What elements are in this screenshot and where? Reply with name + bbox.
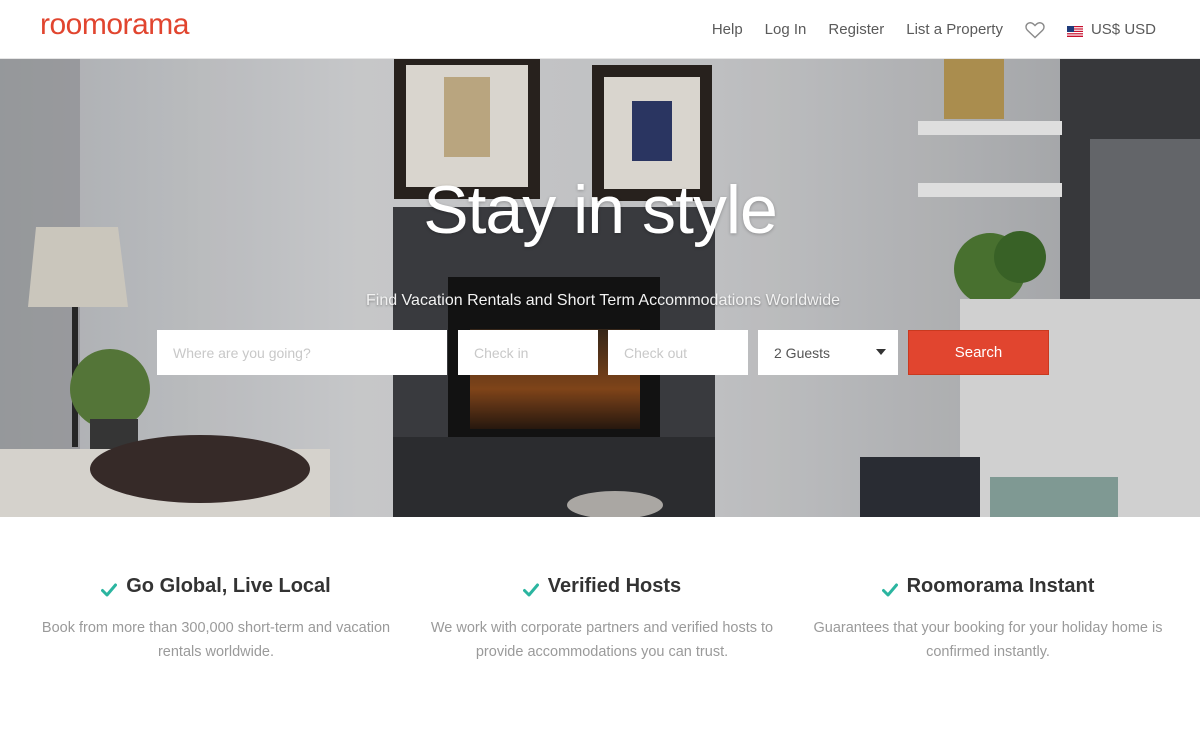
nav-login[interactable]: Log In — [765, 21, 807, 38]
hero-banner: Stay in style Find Vacation Rentals and … — [0, 59, 1200, 517]
caret-down-icon — [876, 349, 886, 355]
check-icon — [881, 580, 898, 596]
currency-selector[interactable]: US$ USD — [1066, 21, 1156, 38]
hero-background-image — [0, 59, 1200, 517]
feature-title: Verified Hosts — [547, 575, 682, 597]
check-icon — [101, 580, 118, 596]
feature-verified-hosts: Verified Hosts We work with corporate pa… — [422, 575, 782, 664]
heart-icon[interactable] — [1025, 21, 1045, 39]
checkout-input[interactable] — [608, 330, 748, 375]
feature-go-global: Go Global, Live Local Book from more tha… — [36, 575, 396, 664]
guests-select[interactable]: 2 Guests — [758, 330, 898, 375]
hero-title: Stay in style — [423, 172, 778, 248]
roomorama-logo[interactable]: roomorama — [40, 8, 189, 42]
nav-help[interactable]: Help — [712, 21, 743, 38]
destination-input[interactable] — [157, 330, 447, 375]
nav-list-property[interactable]: List a Property — [906, 21, 1003, 38]
feature-description: Book from more than 300,000 short-term a… — [41, 620, 391, 660]
check-icon — [522, 580, 539, 596]
guests-value: 2 Guests — [774, 344, 831, 361]
nav-register[interactable]: Register — [828, 21, 884, 38]
top-nav: Help Log In Register List a Property US$… — [712, 0, 1156, 59]
checkin-input[interactable] — [458, 330, 598, 375]
feature-description: Guarantees that your booking for your ho… — [813, 620, 1163, 660]
site-header: roomorama Help Log In Register List a Pr… — [0, 0, 1200, 59]
hero-subtitle: Find Vacation Rentals and Short Term Acc… — [365, 292, 840, 309]
features-section: Go Global, Live Local Book from more tha… — [0, 517, 1200, 731]
feature-roomorama-instant: Roomorama Instant Guarantees that your b… — [808, 575, 1168, 664]
currency-label: US$ USD — [1090, 21, 1156, 38]
us-flag-icon — [1066, 24, 1083, 37]
feature-title: Roomorama Instant — [906, 575, 1095, 597]
search-button[interactable]: Search — [908, 330, 1049, 375]
feature-description: We work with corporate partners and veri… — [430, 620, 774, 660]
feature-title: Go Global, Live Local — [126, 575, 331, 597]
